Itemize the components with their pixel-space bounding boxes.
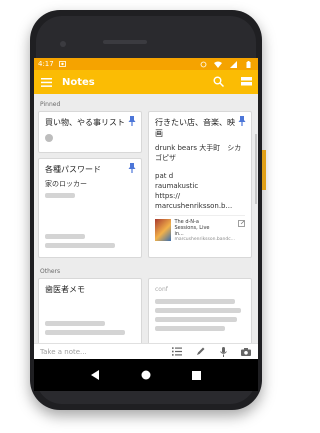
camera-icon[interactable] <box>240 346 252 358</box>
collaborator-avatar <box>45 134 53 142</box>
signal-icon <box>227 58 239 70</box>
note-line: drunk bears 大手町 シカゴピザ <box>155 144 242 162</box>
redacted-text <box>155 308 241 313</box>
redacted-text <box>155 326 225 331</box>
pinned-notes-grid: 買い物、やる事リスト 各種パスワード 家のロッカー 行きたい店、音楽、映画 dr… <box>34 111 258 261</box>
photo-notification-icon <box>57 58 69 70</box>
note-line: https:// <box>155 192 181 200</box>
note-card-passwords[interactable]: 各種パスワード 家のロッカー <box>38 158 142 258</box>
open-link-icon[interactable] <box>238 219 245 227</box>
take-note-bar: Take a note... <box>34 343 258 359</box>
redacted-text <box>45 243 115 248</box>
search-icon[interactable] <box>212 75 224 87</box>
album-thumbnail <box>155 219 172 241</box>
link-preview[interactable]: The d-N-a Sessions, Live in... marcushen… <box>155 215 245 242</box>
note-card-shopping[interactable]: 買い物、やる事リスト <box>38 111 142 153</box>
link-preview-title: The d-N-a Sessions, Live in... <box>174 219 210 237</box>
phone-side-button <box>262 150 266 190</box>
note-title: 各種パスワード <box>45 165 101 174</box>
note-line: raumakustic <box>155 182 199 190</box>
front-camera <box>60 41 66 47</box>
note-title: 買い物、やる事リスト <box>45 118 125 127</box>
link-preview-site: marcushenriksson.bandc... <box>174 237 235 242</box>
redacted-text <box>155 299 235 304</box>
pin-icon <box>128 116 136 126</box>
earpiece-speaker <box>103 40 147 44</box>
home-icon[interactable] <box>140 369 152 381</box>
scrollbar[interactable] <box>255 134 257 204</box>
pin-icon <box>128 163 136 173</box>
pinned-section-label: Pinned <box>40 101 61 108</box>
pen-icon[interactable] <box>194 346 206 358</box>
note-body: drunk bears 大手町 シカゴピザ pat d raumakustic … <box>155 143 245 211</box>
note-line: pat d <box>155 172 174 180</box>
redacted-text <box>45 193 75 198</box>
redacted-text <box>155 317 237 322</box>
note-title: conf <box>155 286 168 293</box>
phone-screen: 4:17 Notes Pinned 買い物、やる事リスト 各種パスワード 家のロ… <box>34 58 258 391</box>
microphone-icon[interactable] <box>217 346 229 358</box>
note-card-other[interactable]: conf <box>148 278 252 343</box>
sync-icon <box>197 58 209 70</box>
recents-icon[interactable] <box>191 369 203 381</box>
checklist-icon[interactable] <box>171 346 183 358</box>
app-bar: Notes <box>34 70 258 94</box>
redacted-text <box>45 234 85 239</box>
list-view-icon[interactable] <box>240 75 252 87</box>
note-card-dentist[interactable]: 歯医者メモ <box>38 278 142 343</box>
notes-list[interactable]: Pinned 買い物、やる事リスト 各種パスワード 家のロッカー 行きたい店、音… <box>34 94 258 343</box>
note-title: 歯医者メモ <box>45 285 85 294</box>
wifi-icon <box>212 58 224 70</box>
other-notes-grid: 歯医者メモ conf <box>34 278 258 343</box>
app-title: Notes <box>62 76 95 88</box>
note-title: 行きたい店、音楽、映画 <box>155 118 235 138</box>
note-body: 家のロッカー <box>45 180 87 188</box>
note-line: marcushenriksson.b... <box>155 202 233 210</box>
status-bar: 4:17 <box>34 58 258 70</box>
status-time: 4:17 <box>38 60 54 68</box>
android-nav-bar <box>34 359 258 391</box>
back-icon[interactable] <box>89 369 101 381</box>
others-section-label: Others <box>40 268 61 275</box>
pin-icon <box>238 116 246 126</box>
note-card-places[interactable]: 行きたい店、音楽、映画 drunk bears 大手町 シカゴピザ pat d … <box>148 111 252 258</box>
menu-icon[interactable] <box>40 76 52 88</box>
take-note-input[interactable]: Take a note... <box>40 348 171 356</box>
redacted-text <box>45 330 125 335</box>
battery-icon <box>242 58 254 70</box>
redacted-text <box>45 321 105 326</box>
